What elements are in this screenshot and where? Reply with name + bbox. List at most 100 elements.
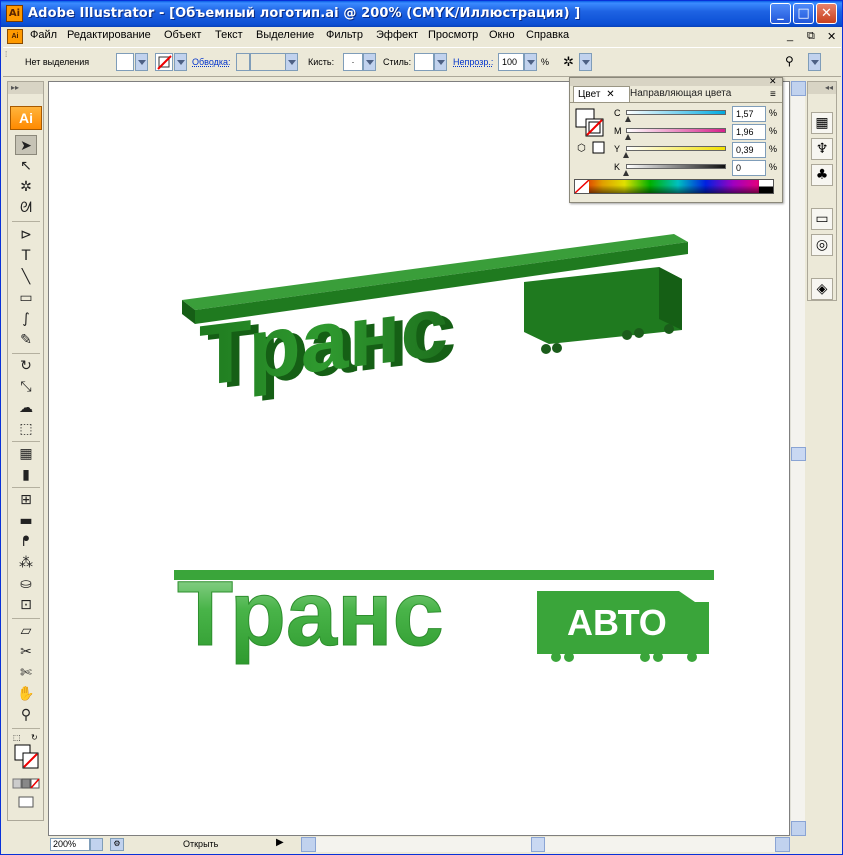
magenta-value-input[interactable]: 1,96 bbox=[732, 124, 766, 140]
horizontal-scrollbar[interactable] bbox=[301, 837, 790, 852]
symbol-sprayer-tool[interactable]: ▦ bbox=[15, 444, 37, 464]
dock-grip[interactable]: ◂◂ bbox=[808, 82, 836, 94]
zoom-tool[interactable]: ⚲ bbox=[15, 705, 37, 725]
pen-tool[interactable]: ⊳ bbox=[15, 225, 37, 245]
opacity-label[interactable]: Непрозр.: bbox=[453, 57, 493, 67]
graph-tool[interactable]: ▮ bbox=[15, 465, 37, 485]
vertical-scrollbar[interactable] bbox=[790, 81, 806, 836]
style-dropdown[interactable] bbox=[434, 53, 447, 71]
control-bar-menu[interactable] bbox=[808, 53, 821, 71]
yellow-handle[interactable] bbox=[623, 152, 630, 158]
logo-2d[interactable]: АВТО Транс bbox=[174, 563, 714, 666]
opacity-input[interactable]: 100 bbox=[498, 53, 524, 71]
hscroll-thumb[interactable] bbox=[531, 837, 545, 852]
menu-object[interactable]: Объект bbox=[164, 29, 201, 41]
style-picker[interactable] bbox=[414, 53, 434, 71]
stroke-dropdown[interactable] bbox=[174, 53, 187, 71]
tab-color[interactable]: Цвет ✕ bbox=[573, 86, 630, 102]
screen-mode-icon[interactable] bbox=[16, 795, 38, 809]
stroke-swatch[interactable] bbox=[155, 53, 173, 71]
scroll-left-button[interactable] bbox=[301, 837, 316, 852]
recolor-artwork-icon[interactable]: ✲ bbox=[563, 54, 574, 70]
direct-selection-tool[interactable]: ↖ bbox=[15, 156, 37, 176]
stroke-weight-dropdown[interactable] bbox=[285, 53, 298, 71]
type-tool[interactable]: T bbox=[15, 246, 37, 266]
title-bar[interactable]: Ai Adobe Illustrator - [Объемный логотип… bbox=[1, 1, 842, 27]
cyan-slider[interactable]: C 1,57 % bbox=[614, 106, 782, 124]
mesh-tool[interactable]: ⊞ bbox=[15, 490, 37, 510]
transparency-panel-icon[interactable]: ◎ bbox=[811, 234, 833, 256]
free-transform-tool[interactable]: ⬚ bbox=[15, 419, 37, 439]
tab-close-icon[interactable]: ✕ bbox=[606, 89, 614, 100]
slice-tool[interactable]: ✂ bbox=[15, 642, 37, 662]
recolor-dropdown[interactable] bbox=[579, 53, 592, 71]
fill-stroke-icon[interactable]: ⬚ ↻ bbox=[12, 732, 42, 772]
tab-color-guide[interactable]: Направляющая цвета bbox=[628, 86, 738, 102]
stroke-weight-label[interactable]: Обводка: bbox=[192, 57, 231, 67]
cyan-handle[interactable] bbox=[624, 116, 631, 122]
panel-menu-icon[interactable]: ≡ bbox=[770, 89, 776, 100]
close-button[interactable]: ✕ bbox=[816, 3, 837, 24]
fill-stroke-swatches[interactable]: ⬡ bbox=[575, 108, 609, 158]
magenta-handle[interactable] bbox=[624, 134, 631, 140]
toolbox-grip[interactable]: ▸▸ bbox=[8, 82, 43, 94]
zoom-level-field[interactable]: 200% bbox=[50, 838, 90, 851]
status-arrow-icon[interactable]: ▶ bbox=[276, 837, 284, 848]
blend-tool[interactable]: ⁂ bbox=[15, 553, 37, 573]
bridge-icon[interactable]: ⚲ bbox=[785, 54, 794, 68]
gradient-tool[interactable]: ▬ bbox=[15, 511, 37, 531]
none-color-icon[interactable] bbox=[575, 180, 591, 193]
adobe-ai-logo[interactable]: Ai bbox=[10, 106, 42, 130]
opacity-slider-button[interactable] bbox=[524, 53, 537, 71]
cyan-ramp[interactable] bbox=[626, 110, 726, 115]
eraser-tool[interactable]: ▱ bbox=[15, 621, 37, 641]
zoom-dropdown[interactable] bbox=[90, 838, 103, 851]
eyedropper-tool[interactable]: ᖰ bbox=[15, 532, 37, 552]
scroll-up-button[interactable] bbox=[791, 81, 806, 96]
cyan-value-input[interactable]: 1,57 bbox=[732, 106, 766, 122]
brush-dropdown[interactable] bbox=[363, 53, 376, 71]
brush-picker[interactable]: · bbox=[343, 53, 363, 71]
fill-swatch[interactable] bbox=[116, 53, 134, 71]
stroke-panel-icon[interactable]: ▭ bbox=[811, 208, 833, 230]
color-panel-close-icon[interactable]: ✕ bbox=[769, 76, 777, 87]
minimize-button[interactable]: _ bbox=[770, 3, 791, 24]
scroll-down-button[interactable] bbox=[791, 821, 806, 836]
doc-minimize-button[interactable]: _ bbox=[787, 30, 793, 42]
status-menu-icon[interactable]: ⚙ bbox=[110, 838, 124, 851]
symbols-panel-icon[interactable]: ♣ bbox=[811, 164, 833, 186]
scale-tool[interactable]: ⤡ bbox=[15, 377, 37, 397]
yellow-slider[interactable]: Y 0,39 % bbox=[614, 142, 782, 160]
menu-type[interactable]: Текст bbox=[215, 29, 243, 41]
black-slider[interactable]: K 0 % bbox=[614, 160, 782, 178]
menu-view[interactable]: Просмотр bbox=[428, 29, 478, 41]
menu-edit[interactable]: Редактирование bbox=[67, 29, 151, 41]
live-paint-tool[interactable]: ⛀ bbox=[15, 574, 37, 594]
lasso-tool[interactable]: ᘛ bbox=[15, 198, 37, 218]
menu-filter[interactable]: Фильтр bbox=[326, 29, 363, 41]
layers-panel-icon[interactable]: ◈ bbox=[811, 278, 833, 300]
brushes-panel-icon[interactable]: ♆ bbox=[811, 138, 833, 160]
logo-3d[interactable]: Транс Транс bbox=[182, 234, 688, 409]
selection-tool[interactable]: ➤ bbox=[15, 135, 37, 155]
scissors-tool[interactable]: ✄ bbox=[15, 663, 37, 683]
illustrator-app-icon[interactable]: Ai bbox=[6, 5, 23, 22]
live-paint-selection-tool[interactable]: ⊡ bbox=[15, 595, 37, 615]
magenta-slider[interactable]: M 1,96 % bbox=[614, 124, 782, 142]
color-mode-icon[interactable] bbox=[12, 777, 42, 791]
document-icon[interactable]: Ai bbox=[7, 29, 23, 44]
warp-tool[interactable]: ☁ bbox=[15, 398, 37, 418]
maximize-button[interactable]: □ bbox=[793, 3, 814, 24]
rotate-tool[interactable]: ↻ bbox=[15, 356, 37, 376]
magic-wand-tool[interactable]: ✲ bbox=[15, 177, 37, 197]
paintbrush-tool[interactable]: ∫ bbox=[15, 309, 37, 329]
yellow-ramp[interactable] bbox=[626, 146, 726, 151]
scroll-right-button[interactable] bbox=[775, 837, 790, 852]
scroll-thumb[interactable] bbox=[791, 447, 806, 461]
menu-help[interactable]: Справка bbox=[526, 29, 569, 41]
black-white-swatch[interactable] bbox=[759, 180, 773, 193]
yellow-value-input[interactable]: 0,39 bbox=[732, 142, 766, 158]
black-value-input[interactable]: 0 bbox=[732, 160, 766, 176]
swatches-panel-icon[interactable]: ▦ bbox=[811, 112, 833, 134]
color-panel-header[interactable]: ✕ bbox=[570, 76, 782, 87]
